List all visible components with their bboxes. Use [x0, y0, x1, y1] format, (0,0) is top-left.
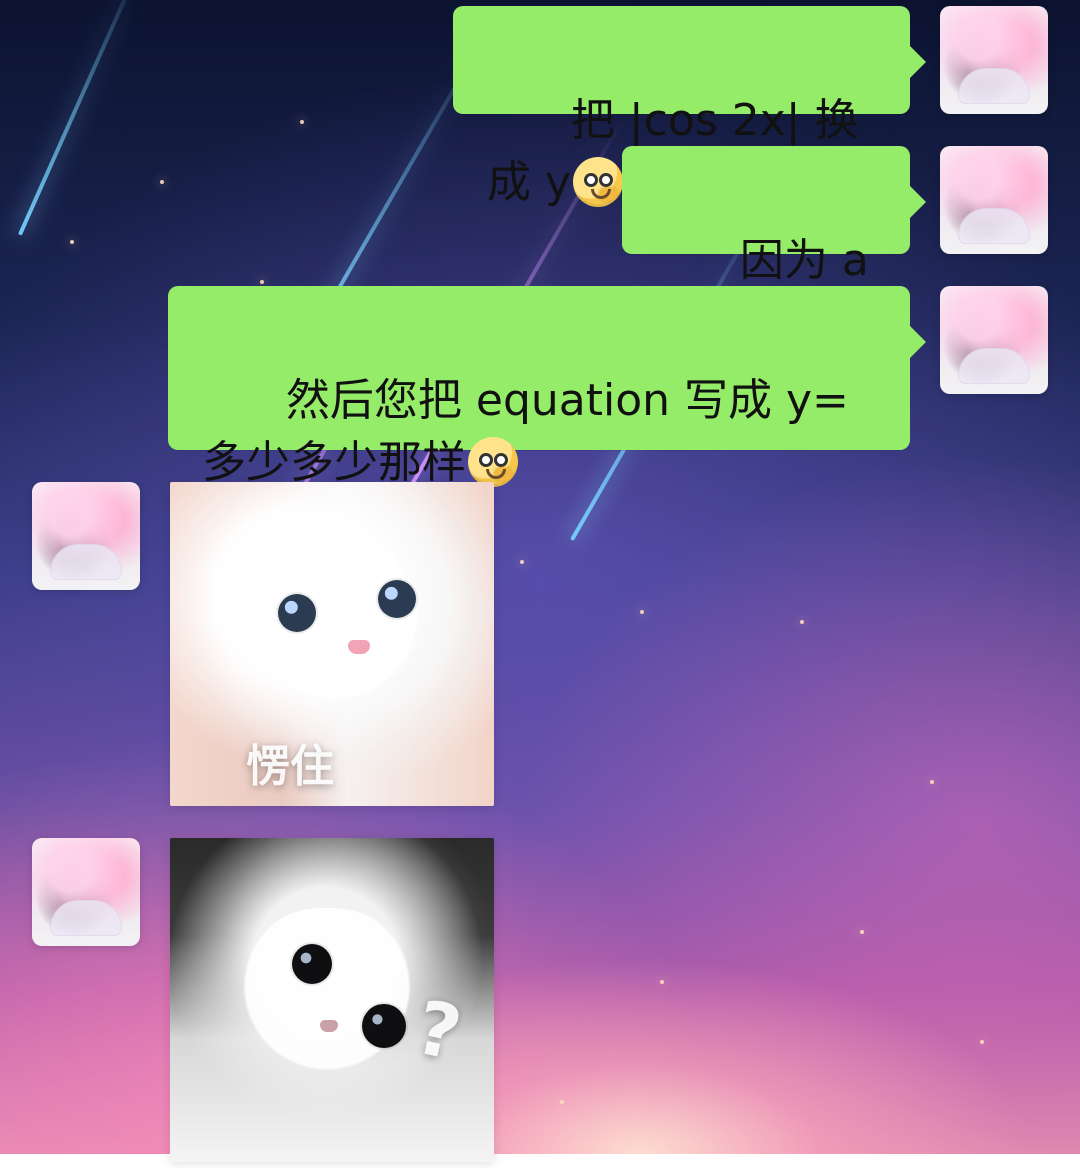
cat-face — [232, 908, 422, 1083]
chat-row: 因为 a 有讲 — [0, 146, 1080, 348]
cat-eye — [278, 594, 316, 632]
message-text: 然后您把 equation 写成 y=多少多少那样 — [202, 375, 849, 488]
avatar-self[interactable] — [940, 286, 1048, 394]
chat-row: 然后您把 equation 写成 y=多少多少那样 — [0, 286, 1080, 488]
message-bubble[interactable]: 然后您把 equation 写成 y=多少多少那样 — [168, 286, 926, 488]
cat-eye — [362, 1004, 406, 1048]
cat-sticker[interactable]: 愣住 — [170, 482, 494, 806]
cat-nose — [348, 640, 370, 654]
chat-thread[interactable]: 把 |cos 2x| 换成 y 因为 a 有讲 然后您把 equation 写成… — [0, 0, 1080, 1162]
cat-eye — [292, 944, 332, 984]
thinking-face-emoji — [468, 437, 518, 487]
chat-row: 愣住 — [0, 482, 1080, 812]
message-bubble[interactable]: 因为 a 有讲 — [622, 146, 926, 348]
avatar-contact[interactable] — [32, 838, 140, 946]
cat-face — [240, 537, 430, 712]
avatar-contact[interactable] — [32, 482, 140, 590]
cat-eye — [378, 580, 416, 618]
chat-row: ? — [0, 838, 1080, 1168]
cat-nose — [320, 1020, 338, 1032]
sticker-caption: 愣住 — [246, 741, 334, 792]
avatar-self[interactable] — [940, 146, 1048, 254]
cat-sticker[interactable]: ? — [170, 838, 494, 1162]
message-bubble[interactable]: 把 |cos 2x| 换成 y — [453, 6, 926, 208]
avatar-self[interactable] — [940, 6, 1048, 114]
chat-row: 把 |cos 2x| 换成 y — [0, 6, 1080, 208]
